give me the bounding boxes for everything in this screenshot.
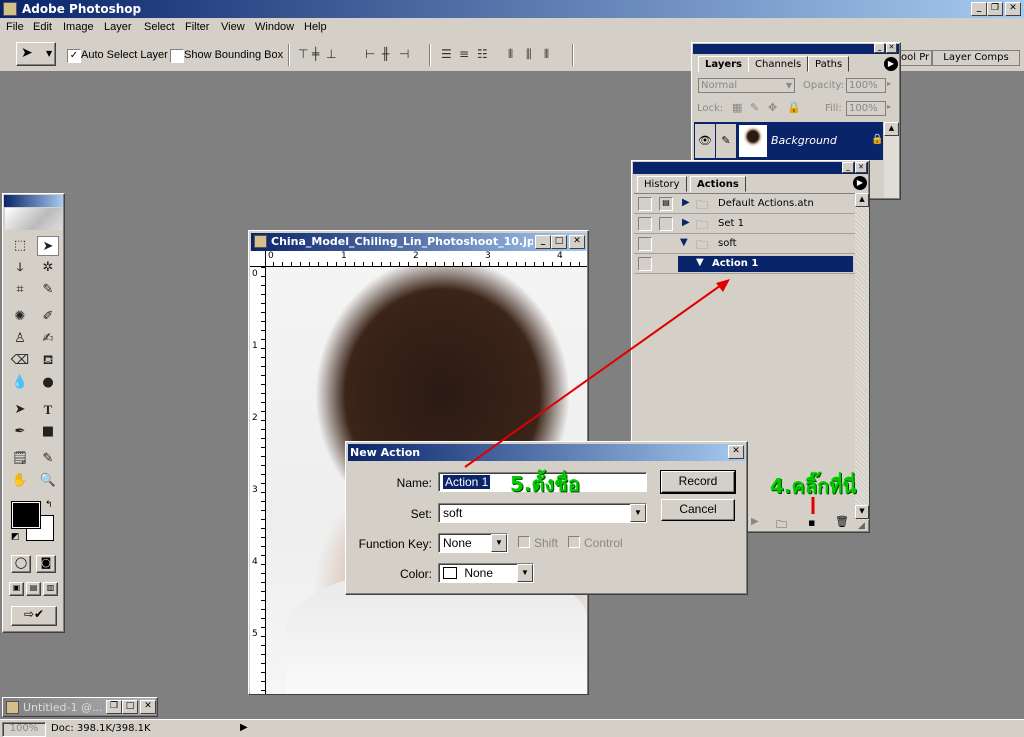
annotation-click-hint: 4.คลิ๊กที่นี่ bbox=[770, 474, 857, 498]
annotation-arrowhead-icon bbox=[716, 279, 730, 292]
annotation-name-hint: 5.ตั้งชื่อ bbox=[510, 472, 580, 496]
annotation-arrow-line bbox=[464, 282, 725, 468]
annotation-arrows bbox=[464, 279, 815, 514]
